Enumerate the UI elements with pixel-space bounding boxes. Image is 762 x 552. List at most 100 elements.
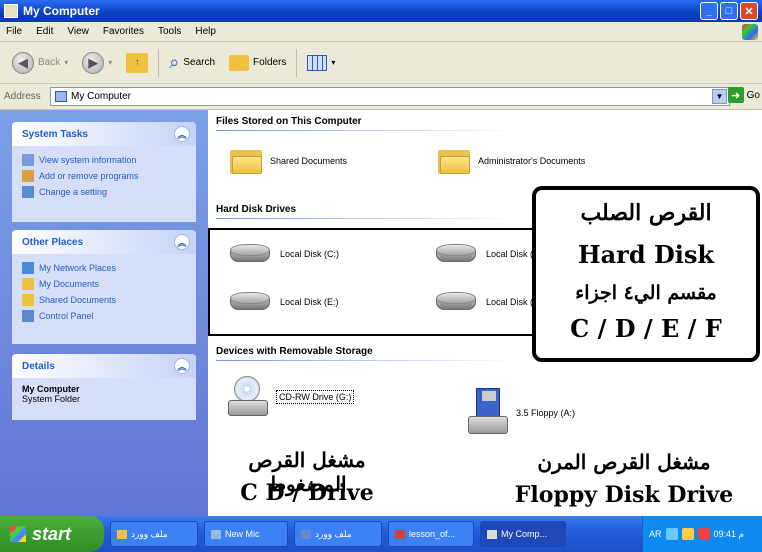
address-field[interactable]: My Computer ▼ xyxy=(50,87,730,106)
details-type: System Folder xyxy=(22,394,81,404)
taskbar-item[interactable]: lesson_of... xyxy=(388,521,474,547)
windows-logo-icon xyxy=(742,24,758,40)
forward-button[interactable]: ▶ ▾ xyxy=(78,48,116,78)
taskbar-item-active[interactable]: My Comp... xyxy=(480,521,566,547)
link-label: Control Panel xyxy=(39,311,94,321)
floppy-english-label: Floppy Disk Drive xyxy=(514,482,734,508)
network-tray-icon[interactable] xyxy=(665,528,678,540)
cd-drive-icon xyxy=(228,376,268,418)
section-divider xyxy=(216,130,516,131)
menu-bar: File Edit View Favorites Tools Help xyxy=(0,22,762,42)
floppy-drive[interactable]: 3.5 Floppy (A:) xyxy=(468,388,575,438)
task-pane: System Tasks ︽ View system information A… xyxy=(0,110,208,516)
section-divider xyxy=(216,218,516,219)
views-button[interactable]: ▾ xyxy=(303,48,339,78)
add-remove-programs-link[interactable]: Add or remove programs xyxy=(12,168,196,184)
hdd-annotation-box xyxy=(208,228,538,336)
other-places-panel: Other Places ︽ My Network Places My Docu… xyxy=(12,230,196,344)
views-icon xyxy=(307,54,328,71)
taskbar-item[interactable]: ملف وورد xyxy=(294,521,382,547)
shared-documents-link[interactable]: Shared Documents xyxy=(12,292,196,308)
title-bar[interactable]: My Computer _ □ ✕ xyxy=(0,0,762,22)
menu-file[interactable]: File xyxy=(6,26,22,37)
collapse-chevron-icon[interactable]: ︽ xyxy=(174,358,190,374)
minimize-button[interactable]: _ xyxy=(700,2,718,20)
toolbar-separator xyxy=(158,48,160,77)
address-value: My Computer xyxy=(71,91,132,102)
other-places-header[interactable]: Other Places ︽ xyxy=(12,230,196,254)
floppy-arabic-label: مشغل القرص المرن xyxy=(537,450,711,474)
maximize-button[interactable]: □ xyxy=(720,2,738,20)
network-places-link[interactable]: My Network Places xyxy=(12,260,196,276)
system-tasks-panel: System Tasks ︽ View system information A… xyxy=(12,122,196,222)
system-tasks-title: System Tasks xyxy=(22,128,88,140)
folder-icon xyxy=(22,294,34,306)
menu-view[interactable]: View xyxy=(67,26,89,37)
task-label: My Comp... xyxy=(501,529,548,539)
search-button[interactable]: ⌕ Search xyxy=(165,48,219,78)
window-controls: _ □ ✕ xyxy=(700,2,758,20)
toolbar: ◀ Back ▾ ▶ ▾ ↑ ⌕ Search Folders ▾ xyxy=(0,42,762,84)
task-label: New Mic xyxy=(225,529,260,539)
view-system-info-link[interactable]: View system information xyxy=(12,152,196,168)
window-title: My Computer xyxy=(23,4,100,18)
my-documents-link[interactable]: My Documents xyxy=(12,276,196,292)
collapse-chevron-icon[interactable]: ︽ xyxy=(174,234,190,250)
menu-favorites[interactable]: Favorites xyxy=(103,26,144,37)
cd-english-label: C D / Drive xyxy=(240,480,374,506)
details-title: Details xyxy=(22,360,55,372)
clock: 09:41 م xyxy=(713,528,745,539)
folder-label: Administrator's Documents xyxy=(478,156,586,166)
section-files: Files Stored on This Computer xyxy=(216,116,362,127)
control-panel-link[interactable]: Control Panel xyxy=(12,308,196,324)
section-removable: Devices with Removable Storage xyxy=(216,346,373,357)
link-label: Shared Documents xyxy=(39,295,117,305)
menu-tools[interactable]: Tools xyxy=(158,26,181,37)
up-button[interactable]: ↑ xyxy=(122,48,152,78)
security-tray-icon[interactable] xyxy=(697,528,710,540)
my-computer-icon xyxy=(4,4,18,18)
taskbar-item[interactable]: New Mic xyxy=(204,521,288,547)
folders-button[interactable]: Folders xyxy=(225,48,290,78)
forward-dropdown-icon: ▾ xyxy=(108,58,113,67)
menu-help[interactable]: Help xyxy=(195,26,216,37)
address-dropdown-icon[interactable]: ▼ xyxy=(712,89,727,104)
back-label: Back xyxy=(38,57,61,68)
back-button[interactable]: ◀ Back ▾ xyxy=(8,48,72,78)
section-divider xyxy=(216,360,516,361)
change-setting-link[interactable]: Change a setting xyxy=(12,184,196,200)
hdd-letters-label: C / D / E / F xyxy=(570,314,722,343)
back-arrow-icon: ◀ xyxy=(12,51,34,74)
app-icon xyxy=(211,529,221,539)
programs-icon xyxy=(22,170,34,182)
forward-arrow-icon: ▶ xyxy=(82,51,105,74)
folder-icon xyxy=(230,148,262,174)
back-dropdown-icon: ▾ xyxy=(64,58,69,67)
up-folder-icon: ↑ xyxy=(126,52,149,73)
go-button[interactable]: ➜ Go xyxy=(727,87,760,103)
start-button[interactable]: start xyxy=(0,516,104,552)
admin-documents-folder[interactable]: Administrator's Documents xyxy=(438,148,585,174)
folder-icon xyxy=(438,148,470,174)
floppy-drive-icon xyxy=(468,388,508,438)
taskbar-item[interactable]: ملف وورد xyxy=(110,521,198,547)
close-button[interactable]: ✕ xyxy=(740,2,758,20)
task-label: ملف وورد xyxy=(131,528,168,539)
system-info-icon xyxy=(22,154,34,166)
floppy-drive-label: 3.5 Floppy (A:) xyxy=(516,408,576,418)
hdd-parts-label: مقسم الي٤ اجزاء xyxy=(575,282,717,304)
details-header[interactable]: Details ︽ xyxy=(12,354,196,378)
language-indicator[interactable]: AR xyxy=(649,529,662,539)
my-computer-small-icon xyxy=(55,91,67,102)
shared-documents-folder[interactable]: Shared Documents xyxy=(230,148,347,174)
collapse-chevron-icon[interactable]: ︽ xyxy=(174,126,190,142)
section-hdd: Hard Disk Drives xyxy=(216,204,297,215)
link-label: Change a setting xyxy=(39,187,108,197)
task-label: ملف وورد xyxy=(315,528,352,539)
my-computer-icon xyxy=(487,529,497,539)
volume-tray-icon[interactable] xyxy=(681,528,694,540)
cd-drive-label: CD-RW Drive (G:) xyxy=(276,390,355,404)
system-tasks-header[interactable]: System Tasks ︽ xyxy=(12,122,196,146)
cd-drive[interactable]: CD-RW Drive (G:) xyxy=(228,376,355,418)
menu-edit[interactable]: Edit xyxy=(36,26,53,37)
